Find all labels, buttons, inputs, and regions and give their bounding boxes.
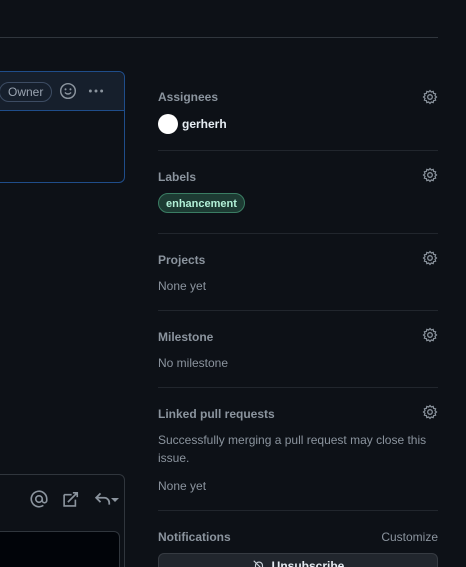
divider [158,387,438,388]
gear-icon[interactable] [422,167,438,183]
assignees-title[interactable]: Assignees [158,90,218,104]
customize-link[interactable]: Customize [381,530,438,544]
linked-prs-description: Successfully merging a pull request may … [158,433,427,465]
divider [158,150,438,151]
milestone-title[interactable]: Milestone [158,330,213,344]
milestone-value: No milestone [158,356,229,370]
issue-page: Owner Assignees gerherh Labels enhanceme… [0,0,466,567]
smiley-icon[interactable] [59,82,77,100]
label-enhancement[interactable]: enhancement [158,193,245,213]
chevron-down-icon[interactable] [109,489,121,509]
notifications-title: Notifications [158,530,231,544]
reply-editor [0,474,125,567]
unsubscribe-button[interactable]: Unsubscribe [158,553,438,567]
issue-comment: Owner [0,71,125,183]
gear-icon[interactable] [422,327,438,343]
labels-title[interactable]: Labels [158,170,196,184]
divider [158,233,438,234]
divider [158,310,438,311]
issue-sidebar: Assignees gerherh Labels enhancement Pro… [158,0,438,567]
owner-badge: Owner [0,82,53,102]
unsubscribe-label: Unsubscribe [271,559,345,567]
linked-prs-value: None yet [158,479,207,493]
bell-slash-icon [253,560,263,567]
comment-header: Owner [0,72,124,111]
assignee-name[interactable]: gerherh [182,117,227,131]
divider [158,510,438,511]
gear-icon[interactable] [422,89,438,105]
projects-title[interactable]: Projects [158,253,205,267]
gear-icon[interactable] [422,250,438,266]
gear-icon[interactable] [422,404,438,420]
projects-value: None yet [158,279,207,293]
reply-toolbar [0,475,124,523]
avatar [158,114,178,134]
cross-reference-icon[interactable] [61,489,81,509]
mention-icon[interactable] [29,489,49,509]
kebab-horizontal-icon[interactable] [87,82,105,100]
assignee-item[interactable]: gerherh [158,114,227,134]
linked-prs-title[interactable]: Linked pull requests [158,407,275,421]
reply-textarea[interactable] [0,531,120,567]
